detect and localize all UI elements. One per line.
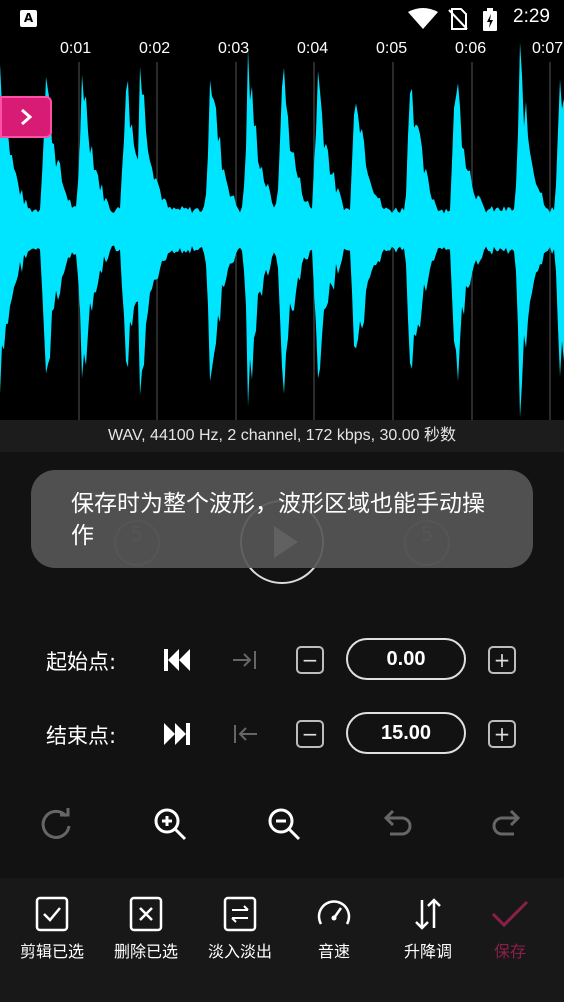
reset-icon[interactable] xyxy=(38,806,74,842)
wifi-icon xyxy=(408,8,438,29)
time-label: 0:02 xyxy=(139,40,171,57)
jump-to-end-icon[interactable] xyxy=(162,720,192,748)
pitch-icon xyxy=(415,898,441,930)
fade-label: 淡入淡出 xyxy=(207,942,272,961)
checkbox-check-icon xyxy=(35,896,69,932)
start-point-row: 起始点: − 0.00 + xyxy=(0,638,564,682)
status-bar: A 2:29 xyxy=(0,0,564,38)
zoom-in-icon[interactable] xyxy=(152,806,188,842)
pitch-button[interactable]: 升降调 xyxy=(388,896,468,962)
speedometer-icon xyxy=(317,900,351,925)
audio-info-bar: WAV, 44100 Hz, 2 channel, 172 kbps, 30.0… xyxy=(0,420,564,452)
time-label: 0:05 xyxy=(376,40,408,57)
save-button[interactable]: 保存 xyxy=(470,896,550,962)
end-time-input[interactable]: 15.00 xyxy=(346,712,466,754)
end-increment-button[interactable]: + xyxy=(488,720,516,748)
side-panel-toggle-button[interactable] xyxy=(0,96,52,138)
chevron-right-icon xyxy=(21,108,33,126)
undo-icon[interactable] xyxy=(378,806,414,842)
clock: 2:29 xyxy=(513,6,550,27)
waveform-shape xyxy=(0,42,564,419)
speed-button[interactable]: 音速 xyxy=(294,896,374,962)
speed-label: 音速 xyxy=(317,942,350,961)
zoom-out-icon[interactable] xyxy=(266,806,302,842)
start-increment-button[interactable]: + xyxy=(488,646,516,674)
delete-selected-label: 删除已选 xyxy=(113,942,178,961)
save-label: 保存 xyxy=(493,942,526,961)
time-label: 0:07 xyxy=(532,40,564,57)
set-start-to-cursor-icon[interactable] xyxy=(232,648,258,672)
start-decrement-button[interactable]: − xyxy=(296,646,324,674)
redo-icon[interactable] xyxy=(490,806,526,842)
trim-selected-button[interactable]: 剪辑已选 xyxy=(12,896,92,962)
fade-button[interactable]: 淡入淡出 xyxy=(200,896,280,962)
app-notification-icon: A xyxy=(20,10,37,27)
time-label: 0:01 xyxy=(60,40,92,57)
start-time-input[interactable]: 0.00 xyxy=(346,638,466,680)
no-sim-icon xyxy=(448,8,468,30)
set-end-to-cursor-icon[interactable] xyxy=(232,722,258,746)
toast-message: 保存时为整个波形，波形区域也能手动操作 xyxy=(31,470,533,568)
pitch-label: 升降调 xyxy=(403,942,452,961)
end-decrement-button[interactable]: − xyxy=(296,720,324,748)
waveform-view[interactable]: 0:01 0:02 0:03 0:04 0:05 0:06 0:07 xyxy=(0,38,564,420)
edit-tools-row xyxy=(0,804,564,848)
end-point-row: 结束点: − 15.00 + xyxy=(0,712,564,756)
start-point-label: 起始点: xyxy=(46,650,117,674)
time-label: 0:04 xyxy=(297,40,329,57)
delete-selected-button[interactable]: 删除已选 xyxy=(106,896,186,962)
checkbox-x-icon xyxy=(129,896,163,932)
battery-charging-icon xyxy=(483,8,497,31)
end-point-label: 结束点: xyxy=(46,724,117,748)
trim-selected-label: 剪辑已选 xyxy=(19,942,84,961)
jump-to-start-icon[interactable] xyxy=(162,646,192,674)
time-label: 0:03 xyxy=(218,40,250,57)
bottom-action-bar: 剪辑已选 删除已选 淡入淡出 音速 升降调 保存 xyxy=(0,878,564,1002)
fade-icon xyxy=(223,896,257,932)
time-label: 0:06 xyxy=(455,40,487,57)
waveform xyxy=(0,42,564,420)
check-icon xyxy=(491,900,529,928)
